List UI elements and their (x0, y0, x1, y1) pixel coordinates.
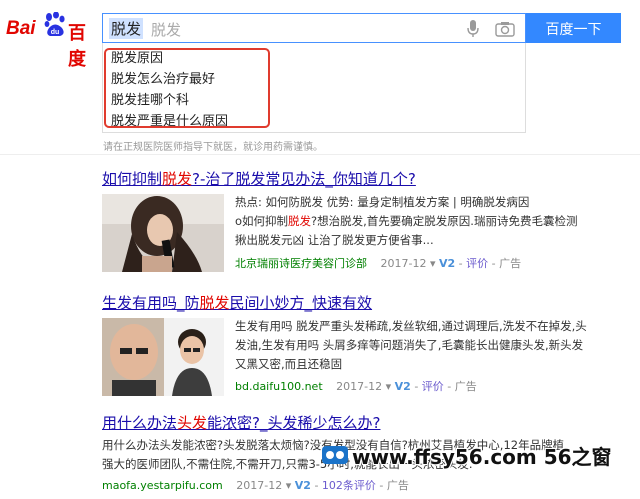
dropdown-arrow-icon[interactable]: ▾ (430, 257, 436, 270)
result-date: 2017-12 (236, 479, 283, 492)
review-link[interactable]: 评价 (422, 380, 444, 393)
microphone-icon[interactable] (467, 20, 479, 38)
result-3-url: maofa.yestarpifu.com 2017-12 ▾ V2 - 102条… (102, 479, 409, 492)
logo-baidu-text: 百度 (68, 23, 86, 69)
result-1-line: o如何抑制脱发?想治脱发,首先要确定脱发原因.瑞丽诗免费毛囊检测 (235, 214, 578, 228)
divider (0, 154, 640, 155)
search-button[interactable]: 百度一下 (526, 13, 621, 43)
result-1-line: 揪出脱发元凶 让治了脱发更方便省事... (235, 233, 434, 247)
search-input[interactable]: 脱发 脱发 (102, 13, 526, 43)
search-query-text: 脱发 (109, 18, 144, 39)
ad-label: 广告 (499, 257, 522, 270)
result-date: 2017-12 (380, 257, 427, 270)
result-url-text[interactable]: maofa.yestarpifu.com (102, 479, 223, 492)
ad-label: 广告 (454, 380, 477, 393)
result-1-thumbnail[interactable] (102, 194, 224, 272)
medical-notice: 请在正规医院医师指导下就医，就诊用药需谨慎。 (103, 142, 323, 153)
result-1-title[interactable]: 如何抑制脱发?-治了脱发常见办法_你知道几个? (102, 168, 416, 189)
logo-bai-text: Bai (6, 18, 36, 39)
watermark: www.ffsy56.com 56之窗 (352, 445, 612, 469)
result-2-title[interactable]: 生发有用吗_防脱发民间小妙方_快速有效 (102, 292, 372, 313)
watermark-logo-icon (322, 446, 348, 464)
search-ghost-text: 脱发 (151, 21, 182, 39)
result-1-url: 北京瑞丽诗医疗美容门诊部 2017-12 ▾ V2 - 评价 - 广告 (235, 257, 522, 270)
paw-icon: du (44, 12, 65, 36)
review-link[interactable]: 102条评价 (322, 479, 376, 492)
result-url-text[interactable]: bd.daifu100.net (235, 380, 323, 393)
result-2-url: bd.daifu100.net 2017-12 ▾ V2 - 评价 - 广告 (235, 380, 477, 393)
v2-badge-icon[interactable]: V2 (395, 380, 411, 393)
suggestion-highlight-box (104, 48, 270, 128)
result-date: 2017-12 (336, 380, 383, 393)
ad-label: 广告 (386, 479, 409, 492)
review-link[interactable]: 评价 (466, 257, 488, 270)
result-1-line: 热点: 如何防脱发 优势: 量身定制植发方案 | 明确脱发病因 (235, 195, 530, 209)
dropdown-arrow-icon[interactable]: ▾ (286, 479, 292, 492)
paw-du-text: du (51, 29, 60, 36)
dropdown-arrow-icon[interactable]: ▾ (386, 380, 392, 393)
v2-badge-icon[interactable]: V2 (439, 257, 455, 270)
result-2-line: 生发有用吗 脱发严重头发稀疏,发丝软细,通过调理后,洗发不在掉发,头 (235, 319, 587, 333)
result-3-title[interactable]: 用什么办法头发能浓密?_头发稀少怎么办? (102, 412, 380, 433)
baidu-logo[interactable]: Bai du 百度 (6, 10, 98, 69)
result-2-thumbnail[interactable] (102, 318, 224, 396)
camera-icon[interactable] (495, 21, 515, 37)
result-2-line: 又黑又密,而且还稳固 (235, 357, 343, 371)
result-url-text[interactable]: 北京瑞丽诗医疗美容门诊部 (235, 257, 367, 270)
result-2-line: 发油,生发有用吗 头屑多痒等问题消失了,毛囊能长出健康头发,新头发 (235, 338, 584, 352)
v2-badge-icon[interactable]: V2 (295, 479, 311, 492)
